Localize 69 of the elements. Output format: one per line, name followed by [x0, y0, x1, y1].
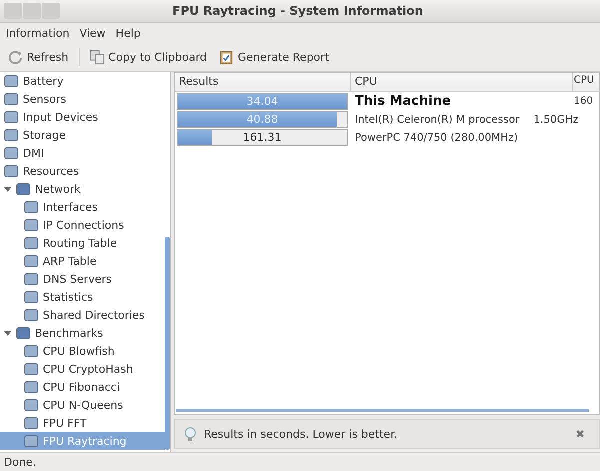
expander-open-icon[interactable] [4, 329, 12, 337]
item-icon [24, 272, 39, 286]
tree-item[interactable]: Routing Table [0, 234, 165, 252]
item-icon [4, 74, 19, 88]
tree-item[interactable]: Storage [0, 126, 165, 144]
result-value: 161.31 [242, 130, 283, 145]
item-icon [24, 380, 39, 394]
item-icon [24, 344, 39, 358]
scrollbar-thumb[interactable] [165, 237, 170, 450]
item-icon [24, 218, 39, 232]
item-icon [24, 200, 39, 214]
item-icon [24, 416, 39, 430]
tree-item[interactable]: CPU Blowfish [0, 342, 165, 360]
toolbar-button[interactable]: Copy to Clipboard [88, 48, 210, 66]
refresh-icon [8, 50, 23, 64]
tree-item[interactable]: ARP Table [0, 252, 165, 270]
item-icon [24, 362, 39, 376]
status-text: Done. [4, 456, 36, 468]
tree-item[interactable]: Battery [0, 72, 165, 90]
item-icon [4, 146, 19, 160]
tree-item[interactable]: Benchmarks [0, 324, 165, 342]
menu-item[interactable]: View [80, 26, 106, 40]
tree-item[interactable]: Network [0, 180, 165, 198]
column-header[interactable]: CPU [351, 73, 573, 91]
item-icon [24, 290, 39, 304]
cpu-name: PowerPC 740/750 (280.00MHz) [355, 132, 518, 144]
tree-item[interactable]: DNS Servers [0, 270, 165, 288]
expander-open-icon[interactable] [4, 185, 12, 193]
close-button[interactable]: ✖ [570, 426, 591, 442]
tree-item[interactable]: IP Connections [0, 216, 165, 234]
tree-item[interactable]: CPU Fibonacci [0, 378, 165, 396]
table-cell: 160 [574, 96, 594, 107]
item-icon [4, 164, 19, 178]
tree-item[interactable]: FPU FFT [0, 414, 165, 432]
tree-item[interactable]: DMI [0, 144, 165, 162]
cpu-name: This Machine [355, 94, 452, 109]
tree-item[interactable]: Sensors [0, 90, 165, 108]
info-message: Results in seconds. Lower is better. [204, 428, 399, 440]
cpu-clock: 1.50GHz [534, 114, 579, 126]
item-icon [4, 92, 19, 106]
column-header[interactable]: Results [175, 73, 351, 91]
item-icon [24, 236, 39, 250]
window-title: FPU Raytracing - System Information [172, 4, 424, 18]
toolbar-button[interactable]: Generate Report [217, 48, 332, 66]
tree-item[interactable]: CPU N-Queens [0, 396, 165, 414]
category-icon [16, 182, 31, 196]
column-header[interactable]: CPU [573, 73, 599, 91]
item-icon [24, 254, 39, 268]
result-value: 40.88 [246, 112, 280, 127]
copy-icon [90, 50, 105, 64]
cpu-name: Intel(R) Celeron(R) M processor [355, 114, 520, 126]
item-icon [4, 128, 19, 142]
toolbar-button[interactable]: Refresh [6, 48, 71, 66]
tree-item[interactable]: Interfaces [0, 198, 165, 216]
horizontal-scrollbar[interactable] [176, 409, 589, 412]
item-icon [24, 308, 39, 322]
item-icon [24, 434, 39, 448]
tree-item[interactable]: Input Devices [0, 108, 165, 126]
tree-item[interactable]: Statistics [0, 288, 165, 306]
category-icon [16, 326, 31, 340]
tree-item[interactable]: CPU CryptoHash [0, 360, 165, 378]
item-icon [4, 110, 19, 124]
item-icon [24, 398, 39, 412]
menu-item[interactable]: Information [6, 26, 70, 40]
tree-item[interactable]: Resources [0, 162, 165, 180]
tree-item[interactable]: Shared Directories [0, 306, 165, 324]
lightbulb-icon [183, 426, 198, 442]
result-value: 34.04 [246, 94, 280, 109]
menu-item[interactable]: Help [116, 26, 141, 40]
